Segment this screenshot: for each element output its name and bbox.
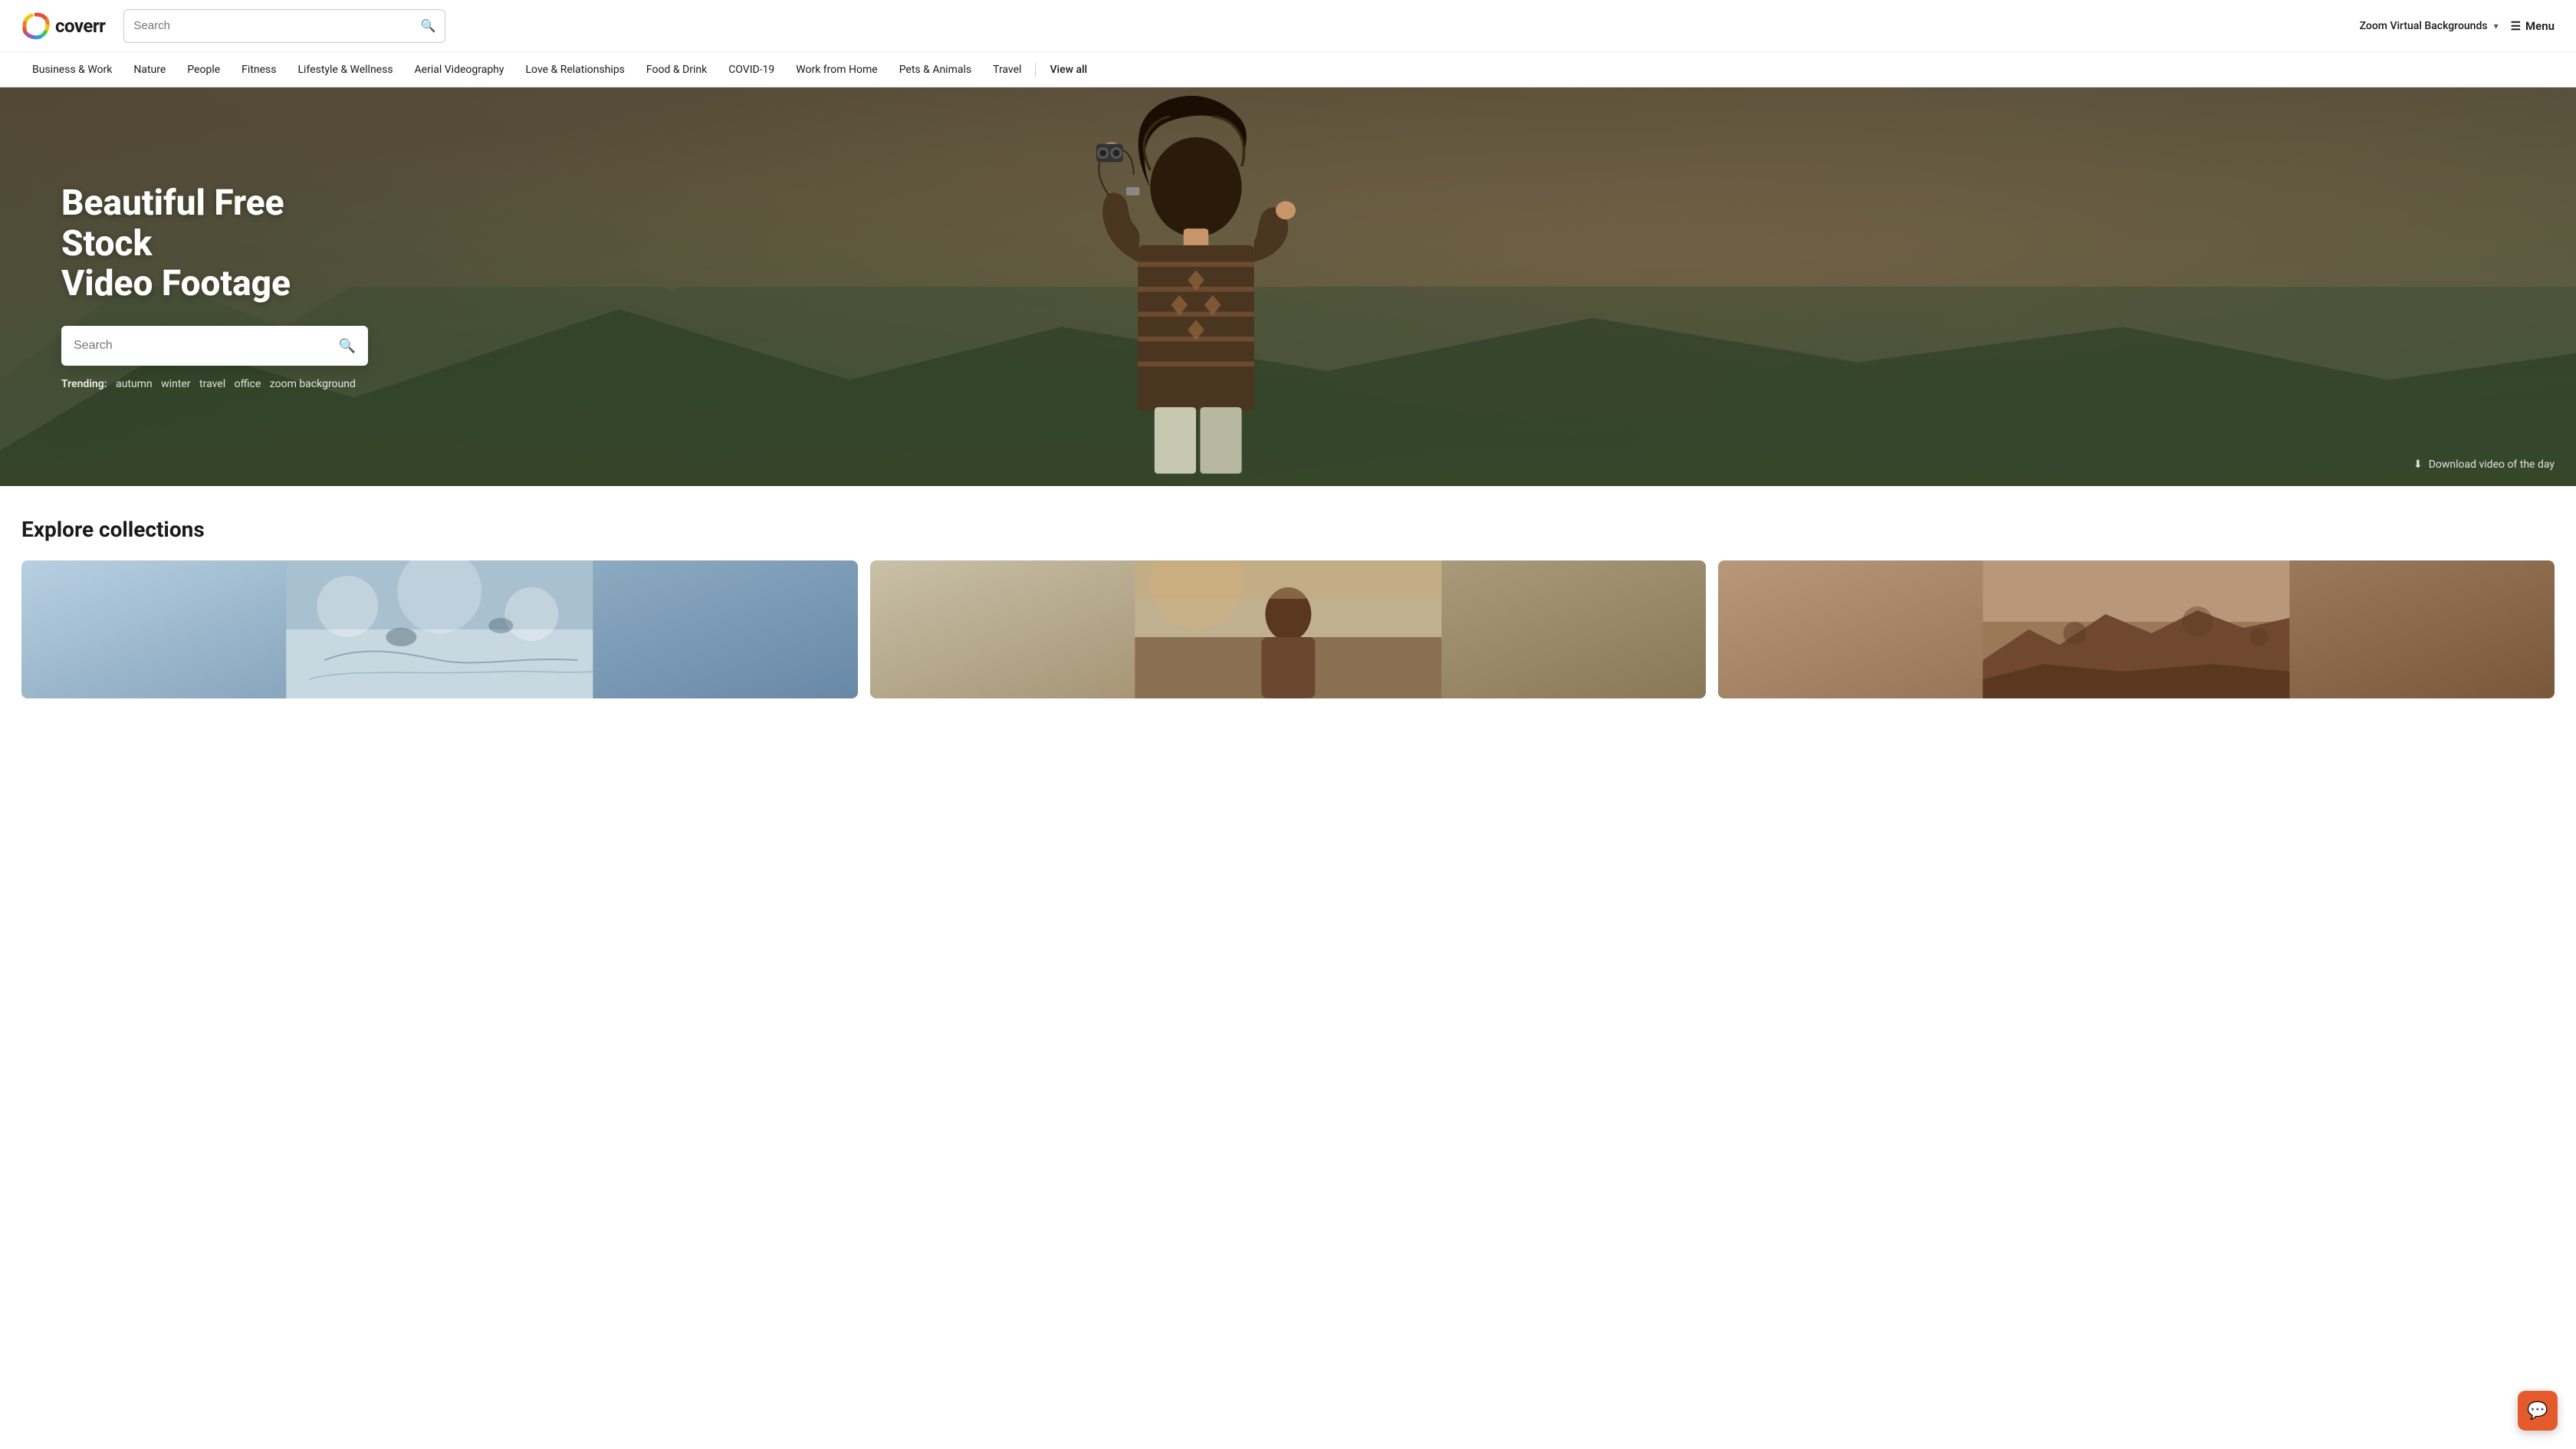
chat-widget[interactable]: 💬 [2518, 1391, 2558, 1431]
collection-card-snow[interactable] [21, 560, 858, 698]
hero-title-line1: Beautiful Free Stock [61, 182, 284, 264]
menu-label: Menu [2525, 19, 2555, 33]
nav-item-nature[interactable]: Nature [123, 64, 176, 76]
collection-portraits-svg [870, 560, 1707, 698]
collection-card-portraits-art [870, 560, 1707, 698]
hero-trending: Trending: autumn winter travel office zo… [61, 378, 368, 390]
logo-text: coverr [55, 15, 105, 37]
hero-search-box: 🔍 [61, 326, 368, 366]
trending-label: Trending: [61, 378, 107, 390]
hero-search-icon[interactable]: 🔍 [339, 338, 356, 354]
zoom-virtual-backgrounds-link[interactable]: Zoom Virtual Backgrounds [2360, 20, 2488, 32]
hero-download-label: Download video of the day [2429, 458, 2555, 471]
hero-title-line2: Video Footage [61, 263, 291, 304]
hero-search-input[interactable] [74, 339, 339, 353]
chat-icon: 💬 [2527, 1401, 2548, 1421]
collection-card-desert[interactable] [1718, 560, 2555, 698]
download-icon: ⬇ [2413, 458, 2423, 471]
nav-item-covid19[interactable]: COVID-19 [718, 64, 785, 76]
menu-icon: ☰ [2511, 19, 2521, 33]
nav-item-pets-animals[interactable]: Pets & Animals [889, 64, 982, 76]
trending-travel[interactable]: travel [199, 378, 225, 390]
nav-item-lifestyle-wellness[interactable]: Lifestyle & Wellness [288, 64, 404, 76]
category-nav: Business & Work Nature People Fitness Li… [0, 52, 2576, 87]
collections-title: Explore collections [21, 517, 2555, 542]
header: coverr 🔍 Zoom Virtual Backgrounds ▾ ☰ Me… [0, 0, 2576, 52]
nav-item-fitness[interactable]: Fitness [231, 64, 287, 76]
collection-card-desert-art [1718, 560, 2555, 698]
collection-snow-svg [21, 560, 858, 698]
hero-download-button[interactable]: ⬇ Download video of the day [2413, 458, 2555, 471]
hero-section: Beautiful Free Stock Video Footage 🔍 Tre… [0, 87, 2576, 486]
nav-divider [1035, 63, 1036, 77]
trending-office[interactable]: office [235, 378, 261, 390]
collections-grid [21, 560, 2555, 698]
nav-item-view-all[interactable]: View all [1039, 64, 1098, 76]
nav-item-people[interactable]: People [176, 64, 231, 76]
menu-button[interactable]: ☰ Menu [2511, 19, 2555, 33]
nav-item-aerial-videography[interactable]: Aerial Videography [404, 64, 515, 76]
collections-section: Explore collections [0, 486, 2576, 714]
logo[interactable]: coverr [21, 12, 105, 41]
trending-autumn[interactable]: autumn [116, 378, 153, 390]
nav-item-food-drink[interactable]: Food & Drink [636, 64, 718, 76]
nav-item-business-work[interactable]: Business & Work [21, 64, 123, 76]
header-search-icon[interactable]: 🔍 [421, 18, 436, 33]
header-search-input[interactable] [133, 19, 420, 32]
nav-item-love-relationships[interactable]: Love & Relationships [515, 64, 636, 76]
nav-item-travel[interactable]: Travel [982, 64, 1032, 76]
collection-desert-svg [1718, 560, 2555, 698]
logo-icon [21, 12, 51, 41]
trending-winter[interactable]: winter [161, 378, 190, 390]
collection-card-portraits[interactable] [870, 560, 1707, 698]
nav-item-work-from-home[interactable]: Work from Home [785, 64, 888, 76]
trending-zoom-background[interactable]: zoom background [270, 378, 356, 390]
collection-card-snow-art [21, 560, 858, 698]
header-search-box: 🔍 [123, 9, 445, 43]
hero-content: Beautiful Free Stock Video Footage 🔍 Tre… [0, 183, 429, 391]
chevron-down-icon: ▾ [2494, 21, 2499, 31]
hero-title: Beautiful Free Stock Video Footage [61, 183, 368, 305]
header-right: Zoom Virtual Backgrounds ▾ ☰ Menu [2360, 19, 2555, 33]
